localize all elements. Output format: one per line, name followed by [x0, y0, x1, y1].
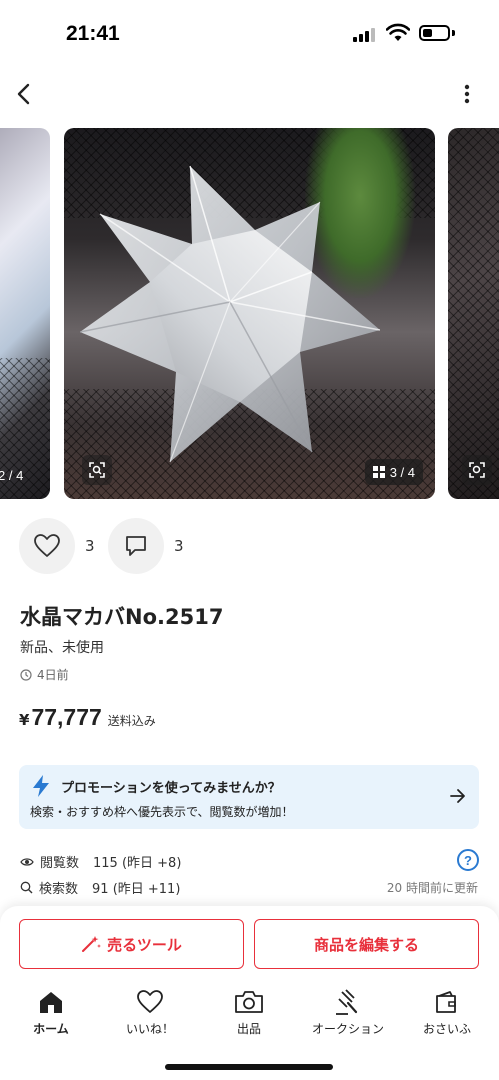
- promotion-title: プロモーションを使ってみませんか？: [61, 781, 281, 796]
- tab-label: オークション: [311, 1022, 384, 1036]
- updated-time: 20 時間前に更新: [386, 881, 478, 895]
- battery-icon: [419, 25, 450, 41]
- promotion-description: 検索・おすすめ枠へ優先表示で、閲覧数が増加！: [30, 805, 294, 819]
- tab-sell[interactable]: 出品: [204, 988, 294, 1048]
- bottom-panel: 売るツール 商品を編集する ホーム いいね！ 出品 オークション おさいふ: [0, 906, 499, 1080]
- carousel-slide-current[interactable]: 3 / 4: [64, 128, 435, 499]
- status-time: 21:41: [66, 22, 120, 45]
- comment-count: 3: [174, 537, 184, 555]
- item-title: 水晶マカバNo.2517: [20, 605, 224, 629]
- tab-home[interactable]: ホーム: [6, 988, 96, 1048]
- zoom-button[interactable]: [82, 455, 112, 485]
- sell-tool-label: 売るツール: [107, 935, 182, 954]
- home-icon: [38, 988, 64, 1016]
- grid-icon: [372, 466, 385, 478]
- heart-icon: [136, 988, 164, 1016]
- carousel-slide-previous[interactable]: 2 / 4: [0, 128, 50, 499]
- search-stat: 検索数 91 (昨日 +11): [20, 878, 180, 897]
- item-condition: 新品、未使用: [20, 640, 104, 656]
- crystal-merkaba-image: [80, 165, 380, 463]
- like-count: 3: [85, 537, 95, 555]
- help-icon[interactable]: ?: [457, 849, 479, 871]
- vertical-dots-icon: [464, 84, 470, 104]
- chevron-left-icon: [17, 83, 30, 105]
- tab-auction[interactable]: オークション: [303, 988, 393, 1048]
- slide-counter[interactable]: 3 / 4: [364, 459, 423, 485]
- home-indicator: [165, 1064, 333, 1070]
- clock-icon: [20, 668, 32, 681]
- like-reaction: 3: [19, 518, 95, 574]
- more-options-button[interactable]: [452, 78, 482, 110]
- carousel-slide-next[interactable]: [448, 128, 499, 499]
- comment-button[interactable]: [108, 518, 164, 574]
- price-amount: 77,777: [31, 704, 102, 730]
- camera-icon: [234, 988, 264, 1016]
- views-stat: 閲覧数 115 (昨日 +8): [20, 852, 181, 871]
- tab-likes[interactable]: いいね！: [105, 988, 195, 1048]
- search-label: 検索数: [39, 882, 79, 897]
- like-button[interactable]: [19, 518, 75, 574]
- comment-reaction: 3: [108, 518, 184, 574]
- eye-icon: [20, 857, 34, 866]
- edit-item-label: 商品を編集する: [313, 935, 419, 954]
- tab-label: おさいふ: [422, 1022, 471, 1036]
- heart-icon: [34, 534, 60, 557]
- status-bar: 21:41: [0, 0, 499, 62]
- edit-item-button[interactable]: 商品を編集する: [254, 919, 479, 969]
- search-value: 91 (昨日 +11): [92, 882, 181, 897]
- comment-icon: [126, 536, 146, 556]
- magic-wand-icon: [82, 936, 102, 952]
- back-button[interactable]: [8, 78, 40, 110]
- zoom-icon: [469, 462, 485, 478]
- arrow-right-icon: [450, 789, 465, 803]
- price-currency: ¥: [19, 711, 30, 729]
- lace-texture: [448, 128, 499, 499]
- previous-slide-counter: 2 / 4: [0, 468, 24, 483]
- lightning-icon: [33, 775, 49, 797]
- slide-counter-text: 3 / 4: [389, 464, 415, 480]
- gavel-icon: [334, 988, 362, 1016]
- tab-wallet[interactable]: おさいふ: [402, 988, 492, 1048]
- posted-time: 4日前: [20, 666, 69, 683]
- battery-tip: [452, 30, 455, 36]
- tab-label: いいね！: [125, 1022, 174, 1036]
- zoom-icon: [89, 462, 105, 478]
- image-carousel[interactable]: 2 / 4 3 / 4: [0, 128, 499, 500]
- wifi-icon: [385, 23, 411, 43]
- next-slide-zoom-button[interactable]: [462, 455, 492, 485]
- views-value: 115 (昨日 +8): [93, 856, 182, 871]
- wallet-icon: [434, 988, 460, 1016]
- price: ¥ 77,777 送料込み: [19, 704, 156, 731]
- shipping-info: 送料込み: [107, 714, 156, 728]
- sell-tool-button[interactable]: 売るツール: [19, 919, 244, 969]
- tab-bar: ホーム いいね！ 出品 オークション おさいふ: [0, 988, 499, 1048]
- cellular-signal-icon: [353, 28, 377, 42]
- promotion-banner[interactable]: プロモーションを使ってみませんか？ 検索・おすすめ枠へ優先表示で、閲覧数が増加！: [19, 765, 479, 829]
- tab-label: ホーム: [33, 1022, 69, 1036]
- search-icon: [20, 881, 33, 894]
- posted-time-text: 4日前: [37, 668, 69, 682]
- tab-label: 出品: [236, 1022, 261, 1036]
- views-label: 閲覧数: [40, 856, 80, 871]
